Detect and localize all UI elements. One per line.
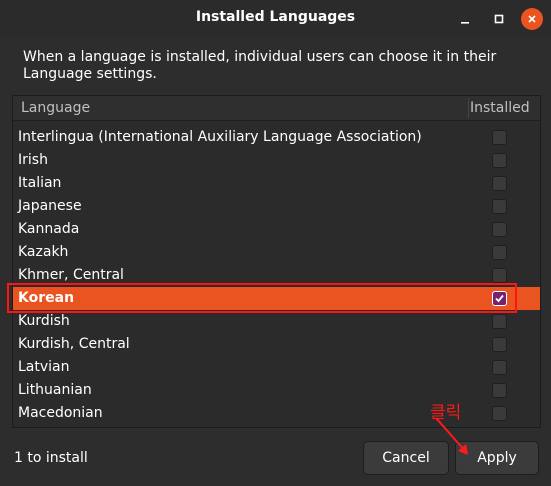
language-label: Latvian <box>18 359 70 375</box>
language-row[interactable]: Kurdish <box>13 310 540 333</box>
language-label: Interlingua (International Auxiliary Lan… <box>18 129 422 145</box>
installed-checkbox[interactable] <box>492 153 507 168</box>
installed-checkbox[interactable] <box>492 360 507 375</box>
language-row[interactable]: Kannada <box>13 218 540 241</box>
installed-checkbox[interactable] <box>492 222 507 237</box>
language-label: Italian <box>18 175 62 191</box>
installed-checkbox[interactable] <box>492 268 507 283</box>
language-label: Kannada <box>18 221 80 237</box>
minimize-button[interactable] <box>454 8 476 30</box>
minimize-icon <box>461 22 469 24</box>
language-label: Lithuanian <box>18 382 92 398</box>
description-text: When a language is installed, individual… <box>23 49 497 82</box>
maximize-icon <box>494 14 504 24</box>
language-label: Kazakh <box>18 244 69 260</box>
install-count-status: 1 to install <box>14 450 88 466</box>
title-bar: Installed Languages <box>0 0 551 37</box>
language-row[interactable]: Italian <box>13 172 540 195</box>
installed-checkbox[interactable] <box>492 406 507 421</box>
language-label: Japanese <box>18 198 82 214</box>
language-row[interactable]: Kurdish, Central <box>13 333 540 356</box>
installed-checkbox[interactable] <box>492 337 507 352</box>
installed-checkbox[interactable] <box>492 130 507 145</box>
installed-checkbox[interactable] <box>492 314 507 329</box>
annotation-highlight-box <box>7 283 517 313</box>
column-installed[interactable]: Installed <box>470 100 530 116</box>
column-language[interactable]: Language <box>21 100 90 116</box>
language-row[interactable]: Latvian <box>13 356 540 379</box>
language-label: Kurdish <box>18 313 70 329</box>
maximize-button[interactable] <box>488 8 510 30</box>
installed-checkbox[interactable] <box>492 245 507 260</box>
language-row[interactable]: Kazakh <box>13 241 540 264</box>
annotation-arrow-icon <box>435 417 468 455</box>
close-button[interactable] <box>521 8 543 30</box>
language-label: Irish <box>18 152 48 168</box>
language-label: Khmer, Central <box>18 267 124 283</box>
language-row[interactable]: Japanese <box>13 195 540 218</box>
installed-checkbox[interactable] <box>492 199 507 214</box>
close-icon <box>528 15 536 23</box>
language-label: Macedonian <box>18 405 103 421</box>
language-list[interactable]: Language Installed Interlingua (Internat… <box>12 95 541 428</box>
language-row[interactable]: Interlingua (International Auxiliary Lan… <box>13 126 540 149</box>
language-row[interactable]: Irish <box>13 149 540 172</box>
installed-checkbox[interactable] <box>492 176 507 191</box>
list-header: Language Installed <box>13 96 540 121</box>
installed-checkbox[interactable] <box>492 383 507 398</box>
language-label: Kurdish, Central <box>18 336 130 352</box>
column-divider <box>468 98 469 118</box>
